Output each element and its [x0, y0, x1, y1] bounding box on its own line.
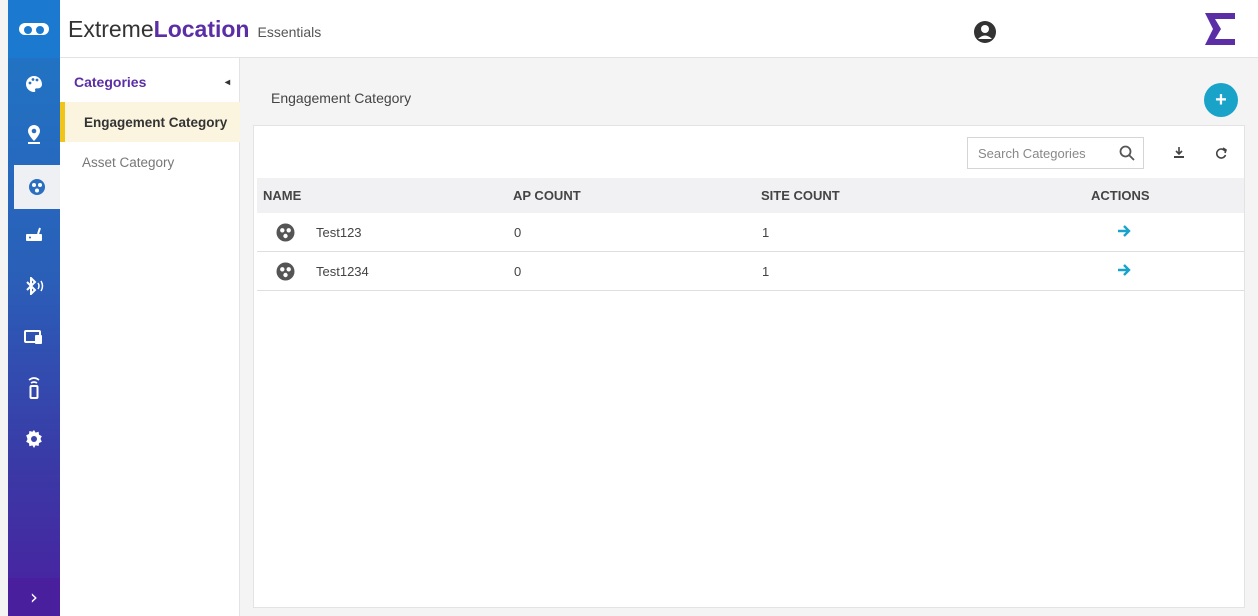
sidebar-item-asset-category[interactable]: Asset Category [60, 142, 240, 182]
expand-rail-button[interactable]: › [8, 578, 60, 616]
search-icon[interactable] [1119, 145, 1135, 166]
router-icon[interactable] [8, 212, 60, 256]
categories-panel: NAME AP COUNT SITE COUNT ACTIONS Test123… [253, 125, 1245, 608]
categories-heading[interactable]: Categories ◂ [74, 74, 230, 90]
column-ap-count[interactable]: AP COUNT [513, 188, 581, 203]
row-site-count: 1 [762, 225, 770, 240]
table-row[interactable]: Test123 0 1 [257, 214, 1244, 252]
row-name: Test1234 [316, 264, 369, 279]
collapse-caret-icon[interactable]: ◂ [225, 77, 230, 88]
row-site-count: 1 [762, 264, 770, 279]
row-ap-count: 0 [514, 225, 522, 240]
page-title: Engagement Category [271, 90, 412, 106]
brand-part-2: Location [153, 16, 250, 42]
table-row[interactable]: Test1234 0 1 [257, 253, 1244, 291]
column-site-count[interactable]: SITE COUNT [761, 188, 840, 203]
category-icon [276, 262, 295, 284]
arrow-right-icon[interactable] [1117, 263, 1131, 280]
top-header: ExtremeLocation Essentials [60, 0, 1258, 58]
brand-part-3: Essentials [257, 24, 322, 40]
refresh-icon[interactable] [1214, 146, 1228, 160]
extreme-logo-icon [1203, 13, 1237, 50]
row-ap-count: 0 [514, 264, 522, 279]
add-category-button[interactable]: + [1204, 83, 1238, 117]
arrow-right-icon[interactable] [1117, 224, 1131, 241]
column-actions: ACTIONS [1091, 188, 1150, 203]
devices-icon[interactable] [8, 315, 60, 359]
brand-title: ExtremeLocation Essentials [68, 16, 321, 43]
column-name[interactable]: NAME [263, 188, 301, 203]
left-rail: › [8, 0, 60, 616]
category-icon[interactable] [14, 165, 60, 209]
palette-icon[interactable] [8, 62, 60, 106]
categories-heading-label: Categories [74, 74, 147, 90]
app-logo-icon[interactable] [8, 0, 60, 58]
beacon-icon[interactable] [8, 366, 60, 410]
category-sidebar: Categories ◂ Engagement Category Asset C… [60, 58, 240, 616]
location-pin-icon[interactable] [8, 112, 60, 156]
search-box[interactable] [967, 137, 1144, 169]
sidebar-item-engagement-category[interactable]: Engagement Category [60, 102, 240, 142]
gear-icon[interactable] [8, 417, 60, 461]
download-icon[interactable] [1172, 146, 1186, 160]
search-input[interactable] [978, 145, 1113, 161]
user-circle-icon[interactable] [973, 20, 997, 49]
category-icon [276, 223, 295, 245]
table-header: NAME AP COUNT SITE COUNT ACTIONS [257, 178, 1244, 213]
brand-part-1: Extreme [68, 16, 154, 42]
bluetooth-icon[interactable] [8, 264, 60, 308]
row-name: Test123 [316, 225, 362, 240]
